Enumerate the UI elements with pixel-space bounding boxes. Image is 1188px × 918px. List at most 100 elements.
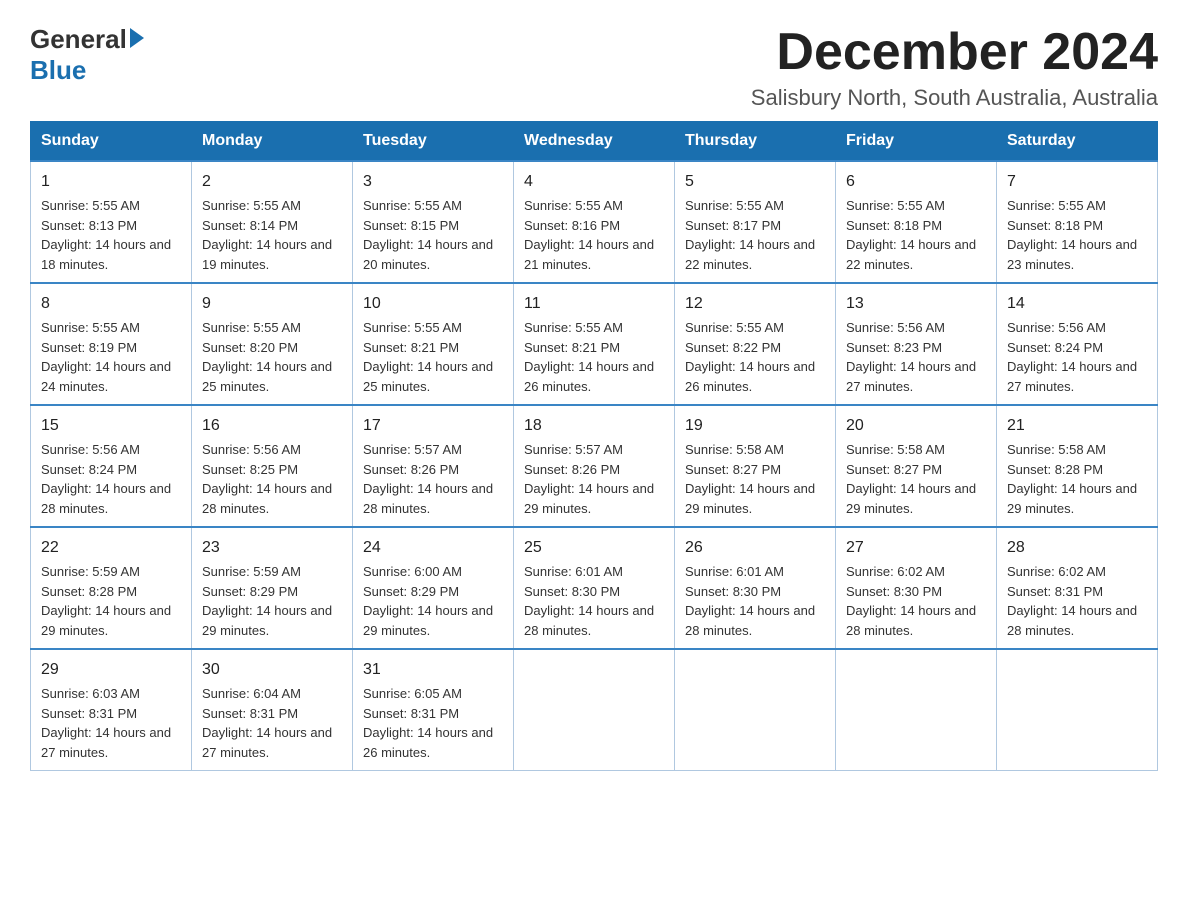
day-sunrise: Sunrise: 5:55 AM	[41, 198, 140, 213]
logo-blue-text: Blue	[30, 55, 86, 86]
day-sunrise: Sunrise: 5:55 AM	[524, 320, 623, 335]
day-sunset: Sunset: 8:29 PM	[363, 584, 459, 599]
day-daylight: Daylight: 14 hours and 29 minutes.	[846, 481, 976, 516]
day-sunrise: Sunrise: 5:57 AM	[363, 442, 462, 457]
day-daylight: Daylight: 14 hours and 22 minutes.	[846, 237, 976, 272]
day-sunset: Sunset: 8:28 PM	[41, 584, 137, 599]
calendar-cell: 25 Sunrise: 6:01 AM Sunset: 8:30 PM Dayl…	[514, 527, 675, 649]
day-sunrise: Sunrise: 5:59 AM	[41, 564, 140, 579]
day-sunset: Sunset: 8:26 PM	[524, 462, 620, 477]
day-sunrise: Sunrise: 5:55 AM	[685, 198, 784, 213]
day-daylight: Daylight: 14 hours and 26 minutes.	[524, 359, 654, 394]
header-friday: Friday	[836, 122, 997, 162]
day-daylight: Daylight: 14 hours and 28 minutes.	[685, 603, 815, 638]
day-sunset: Sunset: 8:24 PM	[41, 462, 137, 477]
day-daylight: Daylight: 14 hours and 29 minutes.	[685, 481, 815, 516]
day-daylight: Daylight: 14 hours and 19 minutes.	[202, 237, 332, 272]
day-sunrise: Sunrise: 5:58 AM	[685, 442, 784, 457]
calendar-week-3: 15 Sunrise: 5:56 AM Sunset: 8:24 PM Dayl…	[31, 405, 1158, 527]
calendar-week-2: 8 Sunrise: 5:55 AM Sunset: 8:19 PM Dayli…	[31, 283, 1158, 405]
day-daylight: Daylight: 14 hours and 28 minutes.	[41, 481, 171, 516]
day-number: 9	[202, 292, 342, 316]
day-daylight: Daylight: 14 hours and 20 minutes.	[363, 237, 493, 272]
day-sunset: Sunset: 8:27 PM	[685, 462, 781, 477]
day-daylight: Daylight: 14 hours and 29 minutes.	[1007, 481, 1137, 516]
day-sunrise: Sunrise: 6:00 AM	[363, 564, 462, 579]
header-tuesday: Tuesday	[353, 122, 514, 162]
day-daylight: Daylight: 14 hours and 29 minutes.	[202, 603, 332, 638]
day-daylight: Daylight: 14 hours and 29 minutes.	[41, 603, 171, 638]
day-sunset: Sunset: 8:31 PM	[1007, 584, 1103, 599]
calendar-cell: 22 Sunrise: 5:59 AM Sunset: 8:28 PM Dayl…	[31, 527, 192, 649]
header-wednesday: Wednesday	[514, 122, 675, 162]
day-sunset: Sunset: 8:28 PM	[1007, 462, 1103, 477]
day-sunset: Sunset: 8:23 PM	[846, 340, 942, 355]
day-number: 1	[41, 170, 181, 194]
calendar-cell: 1 Sunrise: 5:55 AM Sunset: 8:13 PM Dayli…	[31, 161, 192, 283]
header-thursday: Thursday	[675, 122, 836, 162]
day-number: 19	[685, 414, 825, 438]
day-sunrise: Sunrise: 6:01 AM	[685, 564, 784, 579]
day-sunset: Sunset: 8:31 PM	[363, 706, 459, 721]
page-header: General Blue December 2024 Salisbury Nor…	[30, 24, 1158, 111]
day-number: 26	[685, 536, 825, 560]
calendar-week-5: 29 Sunrise: 6:03 AM Sunset: 8:31 PM Dayl…	[31, 649, 1158, 771]
day-daylight: Daylight: 14 hours and 25 minutes.	[363, 359, 493, 394]
day-number: 4	[524, 170, 664, 194]
day-number: 28	[1007, 536, 1147, 560]
day-sunset: Sunset: 8:13 PM	[41, 218, 137, 233]
day-number: 16	[202, 414, 342, 438]
day-sunrise: Sunrise: 6:05 AM	[363, 686, 462, 701]
day-daylight: Daylight: 14 hours and 21 minutes.	[524, 237, 654, 272]
day-sunrise: Sunrise: 5:56 AM	[1007, 320, 1106, 335]
day-sunset: Sunset: 8:24 PM	[1007, 340, 1103, 355]
day-sunrise: Sunrise: 6:04 AM	[202, 686, 301, 701]
day-number: 21	[1007, 414, 1147, 438]
calendar-cell: 4 Sunrise: 5:55 AM Sunset: 8:16 PM Dayli…	[514, 161, 675, 283]
day-sunset: Sunset: 8:31 PM	[202, 706, 298, 721]
day-sunrise: Sunrise: 5:55 AM	[363, 198, 462, 213]
day-number: 10	[363, 292, 503, 316]
day-sunrise: Sunrise: 5:59 AM	[202, 564, 301, 579]
day-daylight: Daylight: 14 hours and 27 minutes.	[41, 725, 171, 760]
logo: General Blue	[30, 24, 144, 86]
calendar-week-4: 22 Sunrise: 5:59 AM Sunset: 8:28 PM Dayl…	[31, 527, 1158, 649]
day-sunrise: Sunrise: 5:56 AM	[202, 442, 301, 457]
calendar-cell: 10 Sunrise: 5:55 AM Sunset: 8:21 PM Dayl…	[353, 283, 514, 405]
day-number: 15	[41, 414, 181, 438]
header-monday: Monday	[192, 122, 353, 162]
day-sunrise: Sunrise: 6:03 AM	[41, 686, 140, 701]
day-number: 23	[202, 536, 342, 560]
day-sunset: Sunset: 8:30 PM	[846, 584, 942, 599]
day-daylight: Daylight: 14 hours and 24 minutes.	[41, 359, 171, 394]
day-sunset: Sunset: 8:18 PM	[1007, 218, 1103, 233]
calendar-cell: 14 Sunrise: 5:56 AM Sunset: 8:24 PM Dayl…	[997, 283, 1158, 405]
calendar-cell: 5 Sunrise: 5:55 AM Sunset: 8:17 PM Dayli…	[675, 161, 836, 283]
day-sunrise: Sunrise: 5:56 AM	[846, 320, 945, 335]
day-sunrise: Sunrise: 5:55 AM	[363, 320, 462, 335]
day-number: 12	[685, 292, 825, 316]
day-sunrise: Sunrise: 6:02 AM	[846, 564, 945, 579]
day-number: 2	[202, 170, 342, 194]
calendar-cell: 16 Sunrise: 5:56 AM Sunset: 8:25 PM Dayl…	[192, 405, 353, 527]
day-number: 24	[363, 536, 503, 560]
day-sunset: Sunset: 8:17 PM	[685, 218, 781, 233]
month-title: December 2024	[751, 24, 1158, 81]
day-sunrise: Sunrise: 5:58 AM	[1007, 442, 1106, 457]
calendar-cell: 30 Sunrise: 6:04 AM Sunset: 8:31 PM Dayl…	[192, 649, 353, 771]
calendar-cell: 21 Sunrise: 5:58 AM Sunset: 8:28 PM Dayl…	[997, 405, 1158, 527]
day-daylight: Daylight: 14 hours and 25 minutes.	[202, 359, 332, 394]
day-sunset: Sunset: 8:15 PM	[363, 218, 459, 233]
calendar-cell: 17 Sunrise: 5:57 AM Sunset: 8:26 PM Dayl…	[353, 405, 514, 527]
calendar-cell: 24 Sunrise: 6:00 AM Sunset: 8:29 PM Dayl…	[353, 527, 514, 649]
day-sunset: Sunset: 8:30 PM	[685, 584, 781, 599]
calendar-cell: 27 Sunrise: 6:02 AM Sunset: 8:30 PM Dayl…	[836, 527, 997, 649]
day-daylight: Daylight: 14 hours and 28 minutes.	[202, 481, 332, 516]
calendar-cell: 28 Sunrise: 6:02 AM Sunset: 8:31 PM Dayl…	[997, 527, 1158, 649]
calendar-cell	[836, 649, 997, 771]
day-number: 22	[41, 536, 181, 560]
calendar-cell: 18 Sunrise: 5:57 AM Sunset: 8:26 PM Dayl…	[514, 405, 675, 527]
day-sunrise: Sunrise: 5:55 AM	[41, 320, 140, 335]
day-daylight: Daylight: 14 hours and 27 minutes.	[1007, 359, 1137, 394]
day-sunset: Sunset: 8:16 PM	[524, 218, 620, 233]
